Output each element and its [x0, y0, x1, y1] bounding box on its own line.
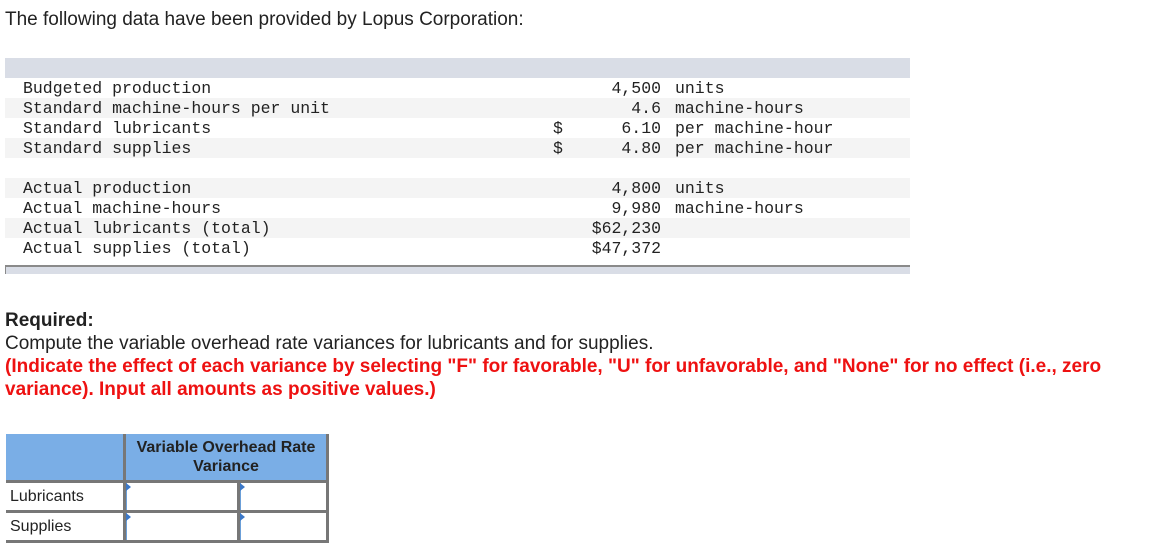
data-row: Actual supplies (total) $47,372	[5, 238, 910, 258]
data-table-footer-band	[5, 265, 910, 274]
data-label: Standard lubricants	[23, 118, 212, 138]
answer-header-row: Variable Overhead Rate Variance	[6, 434, 329, 483]
lubricants-effect-select[interactable]	[239, 483, 326, 510]
supplies-amount-input[interactable]	[126, 513, 237, 540]
data-row: Standard machine-hours per unit 4.6 mach…	[5, 98, 910, 118]
required-instructions: (Indicate the effect of each variance by…	[5, 356, 1102, 400]
data-unit: per machine-hour	[675, 138, 834, 158]
data-row: Actual machine-hours 9,980 machine-hours	[5, 198, 910, 218]
answer-table: Variable Overhead Rate Variance Lubrican…	[6, 434, 330, 543]
answer-header: Variable Overhead Rate Variance	[123, 434, 329, 483]
lubricants-amount-cell[interactable]	[123, 480, 239, 513]
data-row: Actual production 4,800 units	[5, 178, 910, 198]
answer-row-supplies: Supplies	[6, 510, 330, 543]
required-title: Required:	[5, 310, 94, 331]
input-flag-icon	[126, 483, 131, 491]
supplies-effect-cell[interactable]	[236, 510, 330, 543]
required-text: Compute the variable overhead rate varia…	[5, 333, 654, 354]
answer-row-lubricants: Lubricants	[6, 480, 330, 513]
data-row: Actual lubricants (total) $62,230	[5, 218, 910, 238]
lubricants-effect-cell[interactable]	[236, 480, 330, 513]
data-row: Standard lubricants $ 6.10 per machine-h…	[5, 118, 910, 138]
data-label: Budgeted production	[23, 78, 212, 98]
data-label: Actual supplies (total)	[23, 238, 251, 258]
data-unit: units	[675, 78, 725, 98]
data-table-header-band	[5, 58, 910, 78]
dropdown-flag-icon	[239, 513, 245, 521]
data-value: 4.80	[621, 138, 661, 158]
data-value: 4.6	[631, 98, 661, 118]
data-value: $62,230	[591, 218, 661, 238]
data-currency: $	[553, 118, 563, 138]
intro-text: The following data have been provided by…	[5, 9, 524, 30]
data-row: Budgeted production 4,500 units	[5, 78, 910, 98]
data-value: 9,980	[611, 198, 661, 218]
data-label: Standard supplies	[23, 138, 192, 158]
data-label: Actual machine-hours	[23, 198, 222, 218]
data-value: 4,800	[611, 178, 661, 198]
dropdown-flag-icon	[239, 483, 245, 491]
lubricants-amount-input[interactable]	[126, 483, 237, 510]
data-unit: per machine-hour	[675, 118, 834, 138]
data-label: Actual production	[23, 178, 192, 198]
row-label: Lubricants	[6, 481, 125, 513]
data-unit: machine-hours	[675, 198, 804, 218]
supplies-effect-select[interactable]	[239, 513, 326, 540]
data-unit: machine-hours	[675, 98, 804, 118]
row-label: Supplies	[6, 511, 125, 543]
data-value: 4,500	[611, 78, 661, 98]
supplies-amount-cell[interactable]	[123, 510, 239, 543]
data-value: $47,372	[591, 238, 661, 258]
data-currency: $	[553, 138, 563, 158]
data-value: 6.10	[621, 118, 661, 138]
answer-header-blank	[6, 434, 125, 483]
data-label: Actual lubricants (total)	[23, 218, 271, 238]
required-section: Required: Compute the variable overhead …	[5, 309, 1155, 401]
data-row: Standard supplies $ 4.80 per machine-hou…	[5, 138, 910, 158]
data-row-spacer	[5, 158, 910, 178]
data-unit: units	[675, 178, 725, 198]
input-flag-icon	[126, 513, 131, 521]
given-data-table: Budgeted production 4,500 units Standard…	[5, 58, 910, 274]
data-label: Standard machine-hours per unit	[23, 98, 330, 118]
